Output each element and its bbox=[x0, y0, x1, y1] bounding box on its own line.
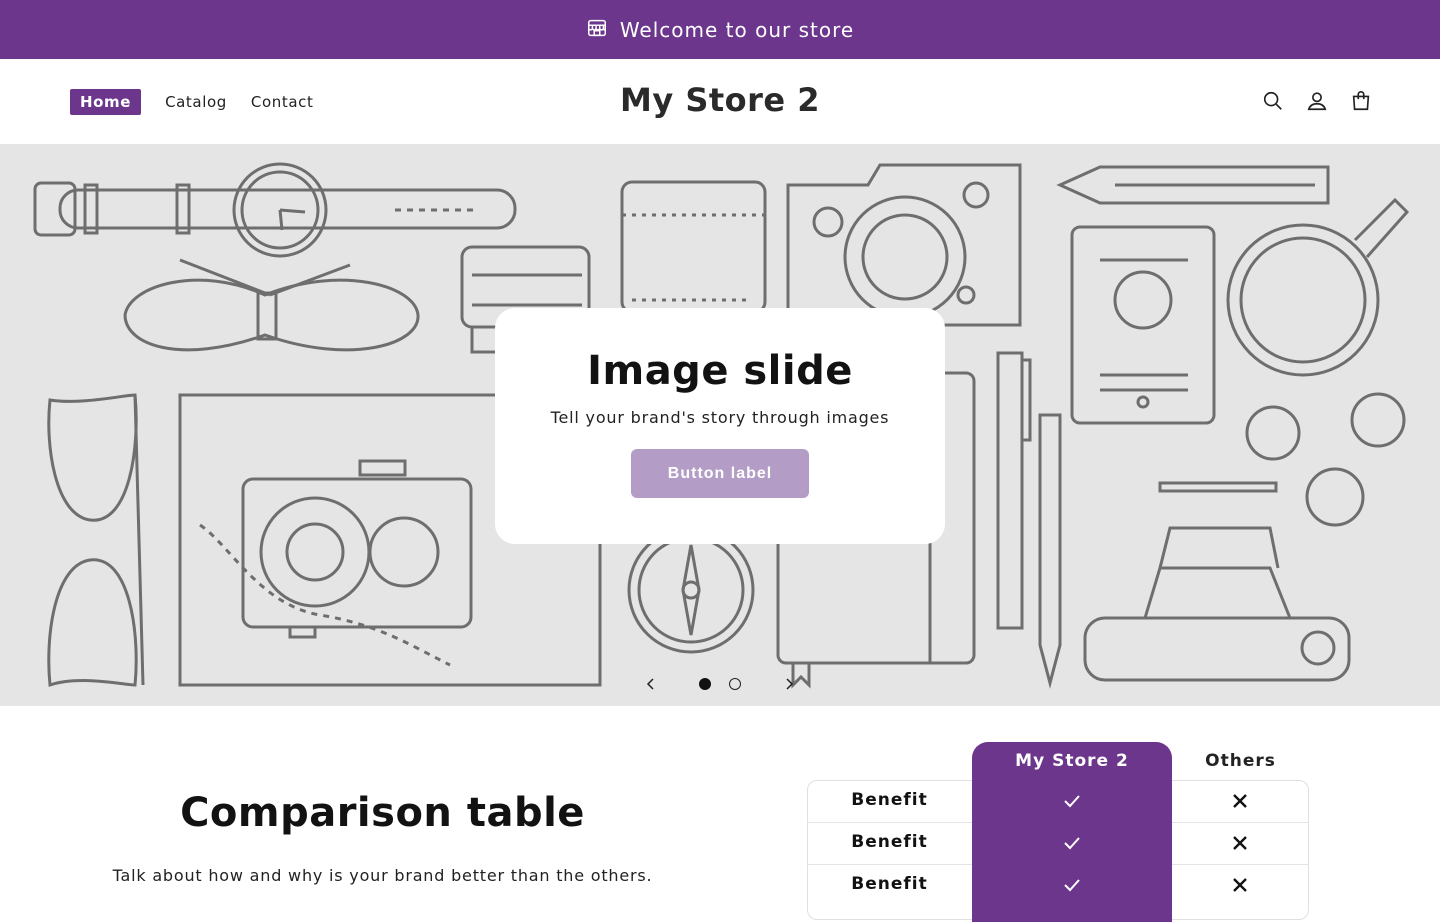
cross-icon bbox=[1233, 794, 1247, 808]
film-roll-illustration bbox=[620, 180, 767, 314]
benefit-label: Benefit bbox=[851, 874, 928, 894]
comparison-subtitle: Talk about how and why is your brand bet… bbox=[112, 866, 653, 885]
slide-dots bbox=[699, 678, 741, 690]
sunglasses-illustration bbox=[47, 393, 145, 688]
account-icon[interactable] bbox=[1306, 90, 1328, 112]
pencil-vertical-illustration bbox=[1038, 413, 1062, 689]
camera-body-illustration bbox=[1083, 481, 1351, 682]
vintage-camera-illustration bbox=[241, 459, 473, 639]
slide-dot-1[interactable] bbox=[699, 678, 711, 690]
slide-cta-button[interactable]: Button label bbox=[631, 449, 809, 498]
header-icons bbox=[1262, 90, 1372, 112]
search-icon[interactable] bbox=[1262, 90, 1284, 112]
row-divider bbox=[807, 822, 972, 823]
benefit-label: Benefit bbox=[851, 790, 928, 810]
cross-icon bbox=[1233, 878, 1247, 892]
passport-illustration bbox=[1070, 225, 1216, 425]
slide-subtitle: Tell your brand's story through images bbox=[550, 408, 890, 427]
check-icon bbox=[1064, 837, 1080, 850]
table-row: Benefit bbox=[807, 822, 1309, 864]
cart-icon[interactable] bbox=[1350, 90, 1372, 112]
row-divider bbox=[1172, 864, 1309, 865]
watch-illustration bbox=[33, 162, 517, 258]
chevron-left-icon bbox=[646, 678, 654, 690]
check-icon bbox=[1064, 879, 1080, 892]
benefit-label: Benefit bbox=[851, 832, 928, 852]
magnifier-illustration bbox=[1226, 197, 1410, 377]
pencil-illustration bbox=[1056, 165, 1330, 205]
row-divider bbox=[807, 864, 972, 865]
column-header-others: Others bbox=[1205, 751, 1276, 771]
pen-illustration bbox=[996, 351, 1032, 630]
chevron-right-icon bbox=[786, 678, 794, 690]
column-header-ours: My Store 2 bbox=[1015, 751, 1129, 771]
row-divider bbox=[1172, 822, 1309, 823]
announcement-bar: Welcome to our store bbox=[0, 0, 1440, 59]
check-icon bbox=[1064, 795, 1080, 808]
tape-illustration bbox=[1245, 392, 1406, 527]
cross-icon bbox=[1233, 836, 1247, 850]
comparison-table: My Store 2 Others Benefit Benefit Benefi… bbox=[807, 742, 1309, 922]
compass-illustration bbox=[627, 526, 755, 654]
table-row: Benefit bbox=[807, 780, 1309, 822]
hero-slideshow: Image slide Tell your brand's story thro… bbox=[0, 145, 1440, 706]
comparison-intro: Comparison table Talk about how and why … bbox=[80, 790, 685, 885]
camera-illustration bbox=[786, 163, 1022, 327]
slide-title: Image slide bbox=[587, 348, 853, 394]
next-slide-button[interactable] bbox=[778, 673, 800, 695]
store-logo[interactable]: My Store 2 bbox=[0, 81, 1440, 119]
slide-dot-2[interactable] bbox=[729, 678, 741, 690]
bowtie-illustration bbox=[123, 258, 420, 352]
site-header: Home Catalog Contact My Store 2 bbox=[0, 59, 1440, 145]
slider-controls bbox=[640, 673, 800, 695]
previous-slide-button[interactable] bbox=[640, 673, 662, 695]
comparison-title: Comparison table bbox=[180, 790, 585, 836]
slide-content-card: Image slide Tell your brand's story thro… bbox=[495, 308, 945, 544]
store-icon bbox=[586, 17, 608, 43]
announcement-text: Welcome to our store bbox=[619, 17, 855, 42]
